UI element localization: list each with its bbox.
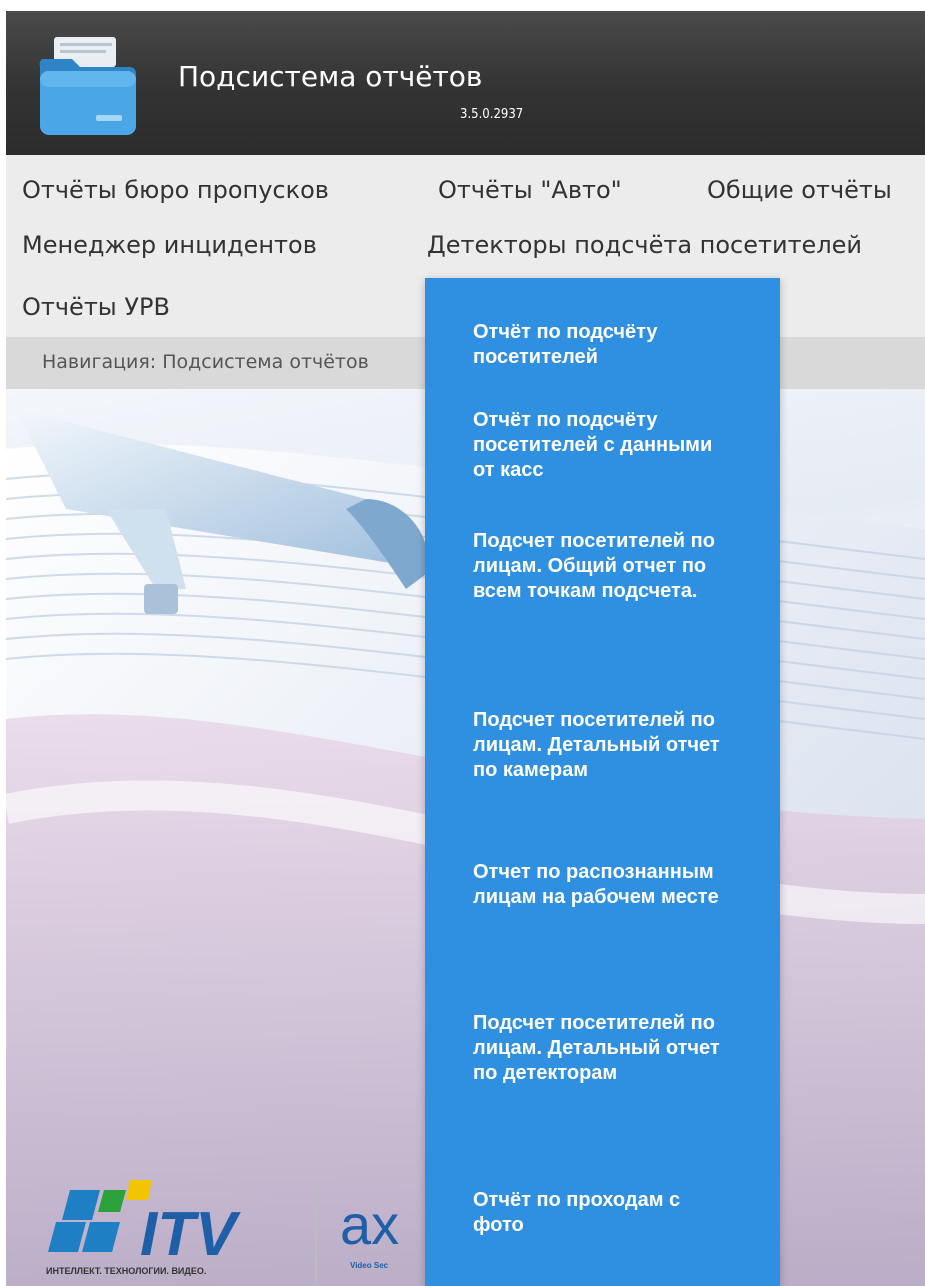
axxon-logo: ax Video Sec bbox=[340, 1196, 399, 1270]
app-header: Подсистема отчётов 3.5.0.2937 bbox=[6, 11, 925, 155]
visitor-counting-dropdown: Отчёт по подсчёту посетителей Отчёт по п… bbox=[425, 278, 780, 1286]
itv-logo: ITV ИНТЕЛЛЕКТ. ТЕХНОЛОГИИ. ВИДЕО. bbox=[46, 1180, 241, 1276]
folder-icon bbox=[39, 37, 136, 135]
app-version: 3.5.0.2937 bbox=[460, 107, 524, 122]
dropdown-item-visitor-count-cash-report[interactable]: Отчёт по подсчёту посетителей с данными … bbox=[473, 408, 733, 483]
dropdown-item-recognized-faces-workplace[interactable]: Отчет по распознанным лицам на рабочем м… bbox=[473, 860, 733, 910]
menu-item-pass-office-reports[interactable]: Отчёты бюро пропусков bbox=[22, 175, 329, 205]
menu-item-auto-reports[interactable]: Отчёты "Авто" bbox=[438, 175, 622, 205]
logo-divider bbox=[315, 1178, 317, 1283]
dropdown-item-face-count-detector-report[interactable]: Подсчет посетителей по лицам. Детальный … bbox=[473, 1011, 733, 1086]
itv-logo-text: ITV bbox=[140, 1200, 241, 1269]
dropdown-item-face-count-camera-report[interactable]: Подсчет посетителей по лицам. Детальный … bbox=[473, 708, 733, 783]
breadcrumb: Навигация: Подсистема отчётов bbox=[42, 351, 369, 373]
dropdown-item-face-count-general-report[interactable]: Подсчет посетителей по лицам. Общий отче… bbox=[473, 529, 733, 604]
menu-item-incident-manager[interactable]: Менеджер инцидентов bbox=[22, 230, 317, 260]
app-title: Подсистема отчётов bbox=[178, 60, 483, 93]
menu-item-visitor-counting-detectors[interactable]: Детекторы подсчёта посетителей bbox=[427, 230, 862, 260]
menu-item-urv-reports[interactable]: Отчёты УРВ bbox=[22, 292, 170, 322]
itv-tagline: ИНТЕЛЛЕКТ. ТЕХНОЛОГИИ. ВИДЕО. bbox=[46, 1266, 206, 1276]
axxon-logo-text: ax bbox=[340, 1196, 399, 1256]
menu-item-general-reports[interactable]: Общие отчёты bbox=[707, 175, 892, 205]
dropdown-item-passage-photo-report[interactable]: Отчёт по проходам с фото bbox=[473, 1188, 733, 1238]
axxon-tagline: Video Sec bbox=[350, 1261, 389, 1270]
dropdown-item-visitor-count-report[interactable]: Отчёт по подсчёту посетителей bbox=[473, 320, 733, 370]
